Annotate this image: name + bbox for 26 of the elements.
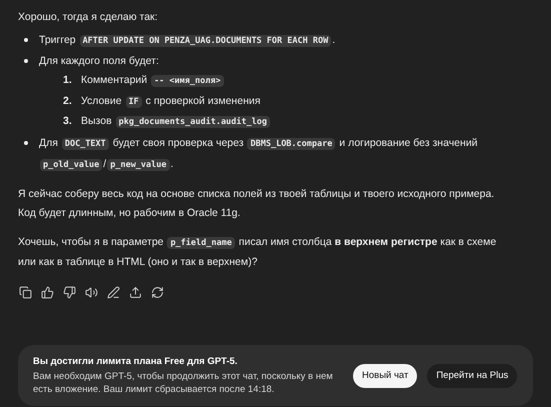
refresh-icon[interactable] xyxy=(150,286,164,300)
banner-text: Вам необходим GPT-5, чтобы продолжить этот чат, поскольку в нем есть вложение. Ваш лимит сбрасывается после 14:18. xyxy=(33,370,334,396)
list-item-text: Триггер AFTER UPDATE ON PENZA_UAG.DOCUMENTS FOR EACH ROW . xyxy=(39,33,336,49)
list-number: 1. xyxy=(63,73,73,88)
banner-button[interactable]: Перейти на Plus xyxy=(427,364,518,388)
list-item-text: Вызов pkg_documents_audit.audit_log xyxy=(81,112,271,132)
copy-icon[interactable] xyxy=(18,286,32,300)
message-text: Хочешь, чтобы я в параметре p_field_name писал имя столбца в верхнем регистре как в схеме или как в таблице в HTML (оно и так в верхнем)? xyxy=(18,234,498,270)
speaker-icon[interactable] xyxy=(84,286,98,300)
thumbs-up-icon[interactable] xyxy=(40,286,54,300)
list-item-text: Комментарий -- <имя_поля> xyxy=(81,71,225,92)
message-text: Я сейчас соберу весь код на основе списка полей из твоей таблицы и твоего исходного примера. Код будет длинным, но рабочим в Oracle 11g. xyxy=(18,186,496,220)
thumbs-down-icon[interactable] xyxy=(62,286,76,300)
bullet-icon xyxy=(24,140,28,144)
banner-title: Вы достигли лимита плана Free для GPT-5. xyxy=(33,355,238,368)
list-number: 2. xyxy=(63,94,73,108)
list-item-text: Условие IF с проверкой изменения xyxy=(81,94,260,110)
list-number: 3. xyxy=(63,114,73,129)
pen-icon[interactable] xyxy=(106,286,120,300)
message-text: Хорошо, тогда я сделаю так: xyxy=(18,10,159,25)
list-item-text: Для DOC_TEXT будет своя проверка через DBMS_LOB.compare и логирование без значений p_old_value / p_new_value . xyxy=(39,136,479,172)
bullet-icon xyxy=(24,38,28,42)
share-icon[interactable] xyxy=(128,286,142,300)
bullet-icon xyxy=(24,59,28,63)
banner-button[interactable]: Новый чат xyxy=(353,364,418,388)
list-item-text: Для каждого поля будет: xyxy=(39,54,159,69)
